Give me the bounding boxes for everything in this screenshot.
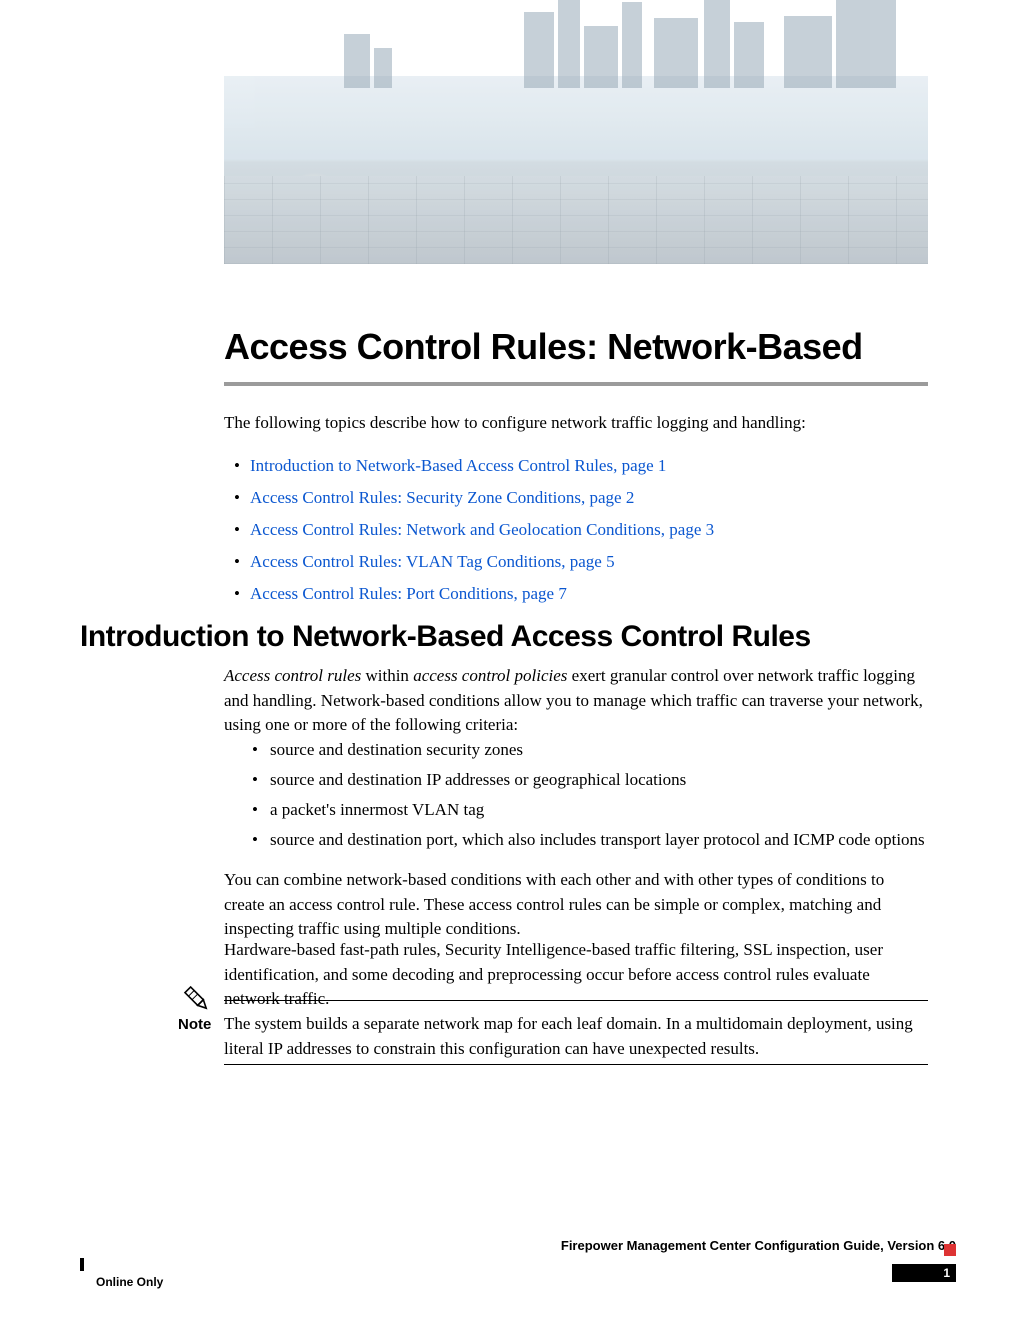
body-italic: access control policies: [413, 666, 567, 685]
toc-link[interactable]: Introduction to Network-Based Access Con…: [250, 456, 666, 475]
body-paragraph: Access control rules within access contr…: [224, 664, 928, 738]
banner-building: [734, 22, 764, 88]
footer-doc-title: Firepower Management Center Configuratio…: [561, 1238, 956, 1253]
banner-ground: [224, 176, 928, 264]
banner-skyline: [224, 76, 928, 176]
note-label: Note: [178, 1016, 211, 1033]
body-paragraph: You can combine network-based conditions…: [224, 868, 928, 942]
toc-list: Introduction to Network-Based Access Con…: [224, 444, 928, 604]
section-heading: Introduction to Network-Based Access Con…: [80, 620, 928, 654]
banner-building: [524, 12, 554, 88]
page-title: Access Control Rules: Network-Based: [224, 326, 928, 368]
criteria-item: source and destination security zones: [252, 740, 928, 760]
footer-left-text: Online Only: [96, 1275, 163, 1289]
intro-text: The following topics describe how to con…: [224, 411, 928, 435]
banner-building: [558, 0, 580, 88]
page-number: 1: [892, 1264, 956, 1282]
banner-image: [224, 76, 928, 264]
banner-building: [584, 26, 618, 88]
title-block: Access Control Rules: Network-Based: [224, 326, 928, 386]
banner-building: [784, 16, 832, 88]
toc-item: Access Control Rules: VLAN Tag Condition…: [224, 552, 928, 572]
toc-link[interactable]: Access Control Rules: Security Zone Cond…: [250, 488, 634, 507]
banner-building: [836, 0, 896, 88]
banner-building: [622, 2, 642, 88]
note-body: The system builds a separate network map…: [224, 1012, 928, 1061]
toc-item: Access Control Rules: Network and Geoloc…: [224, 520, 928, 540]
toc-item: Introduction to Network-Based Access Con…: [224, 456, 928, 476]
toc-link[interactable]: Access Control Rules: Port Conditions, p…: [250, 584, 567, 603]
banner-building: [374, 48, 392, 88]
banner-building: [654, 18, 698, 88]
title-rule: [224, 382, 928, 386]
body-italic: Access control rules: [224, 666, 361, 685]
criteria-item: a packet's innermost VLAN tag: [252, 800, 928, 820]
footer-accent-square: [944, 1244, 956, 1256]
banner-building: [704, 0, 730, 88]
criteria-list: source and destination security zones so…: [252, 740, 928, 860]
toc-link[interactable]: Access Control Rules: VLAN Tag Condition…: [250, 552, 615, 571]
body-text: within: [361, 666, 413, 685]
note-rule: [224, 1064, 928, 1065]
toc-link[interactable]: Access Control Rules: Network and Geoloc…: [250, 520, 714, 539]
toc-item: Access Control Rules: Security Zone Cond…: [224, 488, 928, 508]
note-rule: [224, 1000, 928, 1001]
banner-building: [344, 34, 370, 88]
criteria-item: source and destination IP addresses or g…: [252, 770, 928, 790]
page: Access Control Rules: Network-Based The …: [0, 0, 1020, 1320]
criteria-item: source and destination port, which also …: [252, 830, 928, 850]
note-pencil-icon: [182, 984, 212, 1014]
toc-item: Access Control Rules: Port Conditions, p…: [224, 584, 928, 604]
footer-tick: [80, 1258, 84, 1271]
